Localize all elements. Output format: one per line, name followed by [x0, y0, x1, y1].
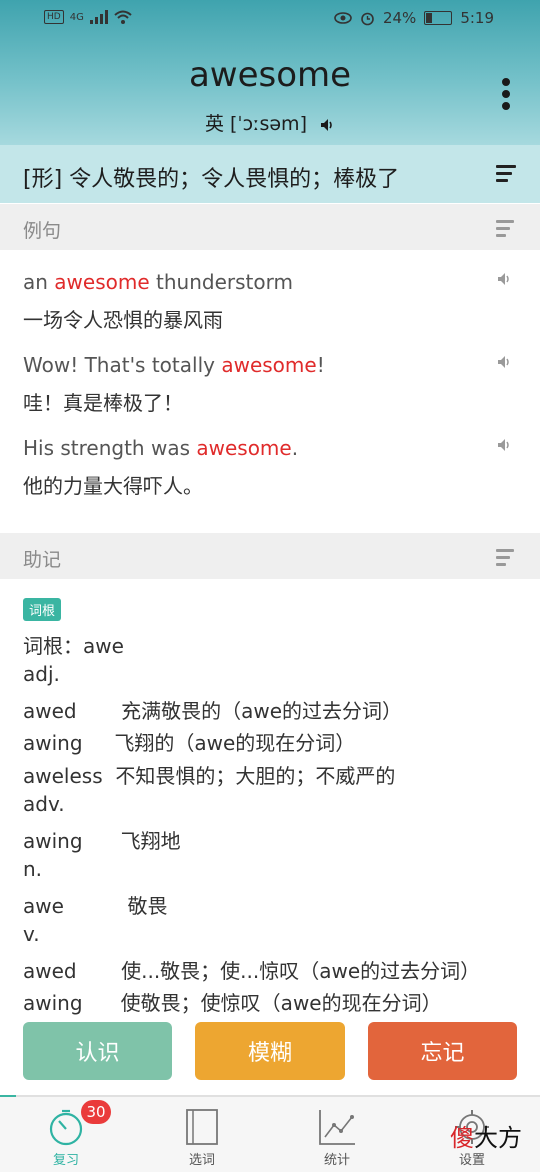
- word-title: awesome: [188, 55, 352, 95]
- forget-button[interactable]: 忘记: [368, 1022, 517, 1080]
- timer-icon: [49, 1109, 83, 1146]
- tab-label: 选词: [188, 1153, 215, 1168]
- example-item: an awesome thunderstorm 一场令人恐惧的暴风雨: [23, 270, 293, 333]
- definition-text: [形] 令人敬畏的；令人畏惧的；棒极了: [23, 167, 400, 192]
- memory-section-header: 助记: [0, 533, 540, 579]
- network-label: 4G: [69, 11, 84, 23]
- fuzzy-button[interactable]: 模糊: [195, 1022, 345, 1080]
- alarm-icon: [361, 12, 374, 25]
- clock-time: 5:19: [460, 9, 494, 27]
- memory-title: 助记: [23, 549, 62, 571]
- example-item: Wow! That's totally awesome! 哇！真是棒极了！: [23, 353, 325, 416]
- example-keyword: awesome: [196, 436, 292, 460]
- speaker-icon[interactable]: [497, 355, 513, 369]
- memory-line: awing 飞翔地: [23, 829, 181, 853]
- know-button[interactable]: 认识: [23, 1022, 172, 1080]
- example-en-post: !: [316, 353, 325, 377]
- hd-icon: HD: [44, 10, 64, 24]
- wifi-icon: [114, 10, 132, 24]
- watermark-char: 傻: [450, 1124, 474, 1152]
- example-cn: 一场令人恐惧的暴风雨: [23, 308, 223, 332]
- phonetic-text: 英 [ˈɔːsəm]: [204, 113, 307, 135]
- example-en-pre: an: [23, 270, 55, 294]
- sort-lines-icon[interactable]: [496, 220, 516, 241]
- memory-line: adv.: [23, 792, 65, 816]
- examples-section-header: 例句: [0, 204, 540, 250]
- speaker-icon[interactable]: [497, 438, 513, 452]
- eye-icon: [334, 12, 352, 24]
- memory-line: awed 充满敬畏的（awe的过去分词）: [23, 699, 403, 723]
- status-bar: HD 4G 24% 5:19: [0, 8, 540, 32]
- watermark-logo: 傻大方: [450, 1118, 522, 1153]
- sort-lines-icon[interactable]: [496, 549, 516, 570]
- root-tag: 词根: [23, 598, 62, 621]
- tab-statistics[interactable]: 统计: [287, 1097, 387, 1172]
- memory-line: awed 使...敬畏；使...惊叹（awe的过去分词）: [23, 959, 481, 983]
- tab-select-words[interactable]: 选词: [152, 1097, 252, 1172]
- speaker-icon[interactable]: [319, 117, 335, 133]
- memory-line: n.: [23, 857, 43, 881]
- signal-icon: [89, 10, 108, 24]
- memory-line: aweless 不知畏惧的；大胆的；不威严的: [23, 764, 396, 788]
- example-item: His strength was awesome. 他的力量大得吓人。: [23, 436, 298, 499]
- battery-icon: [424, 11, 453, 25]
- sort-lines-icon[interactable]: [496, 165, 516, 186]
- tab-label: 复习: [52, 1153, 79, 1168]
- example-en-pre: His strength was: [23, 436, 197, 460]
- example-en-post: thunderstorm: [149, 270, 293, 294]
- definition-bar: [形] 令人敬畏的；令人畏惧的；棒极了: [0, 145, 540, 203]
- watermark-text: 大方: [474, 1124, 522, 1152]
- progress-indicator: [0, 1095, 16, 1097]
- examples-title: 例句: [23, 220, 62, 242]
- battery-percent: 24%: [382, 9, 417, 27]
- example-keyword: awesome: [221, 353, 317, 377]
- memory-line: adj.: [23, 662, 60, 686]
- speaker-icon[interactable]: [497, 272, 513, 286]
- more-options-icon[interactable]: [502, 78, 510, 110]
- word-header: HD 4G 24% 5:19 awesome 英 [ˈɔːsəm]: [0, 0, 540, 145]
- memory-line: awe 敬畏: [23, 894, 168, 918]
- memory-line: awing 飞翔的（awe的现在分词）: [23, 731, 356, 755]
- example-keyword: awesome: [54, 270, 150, 294]
- review-count-badge: 30: [81, 1100, 111, 1124]
- book-icon: [186, 1109, 218, 1145]
- chart-icon: [319, 1110, 355, 1145]
- example-en-post: .: [291, 436, 299, 460]
- example-en-pre: Wow! That's totally: [23, 353, 222, 377]
- example-cn: 他的力量大得吓人。: [23, 474, 203, 498]
- memory-line: v.: [23, 922, 40, 946]
- example-cn: 哇！真是棒极了！: [23, 391, 183, 415]
- phonetic-row[interactable]: 英 [ˈɔːsəm]: [0, 109, 540, 136]
- memory-line: awing 使敬畏；使惊叹（awe的现在分词）: [23, 991, 442, 1015]
- memory-line: 词根：awe: [23, 634, 124, 658]
- tab-label: 统计: [323, 1153, 350, 1168]
